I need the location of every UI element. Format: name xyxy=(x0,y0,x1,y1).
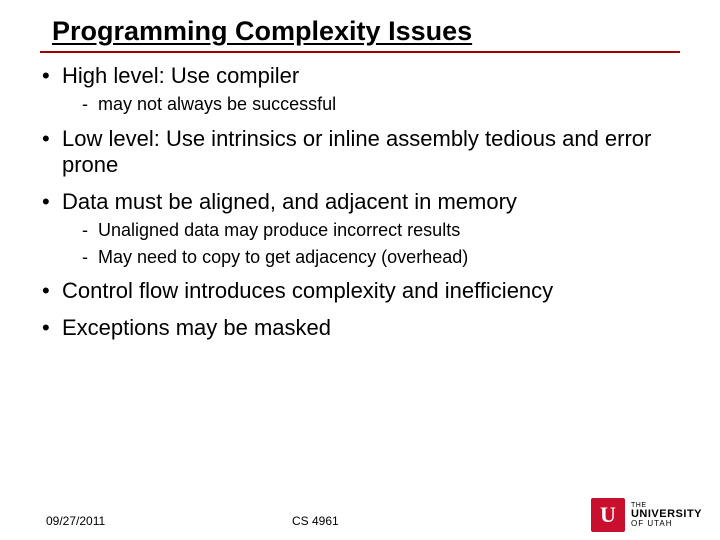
list-item: Low level: Use intrinsics or inline asse… xyxy=(40,126,680,179)
sub-item: may not always be successful xyxy=(82,93,680,116)
list-item: Control flow introduces complexity and i… xyxy=(40,278,680,304)
logo-text: THE UNIVERSITY OF UTAH xyxy=(631,502,702,528)
bullet-text: Data must be aligned, and adjacent in me… xyxy=(62,189,517,214)
list-item: Exceptions may be masked xyxy=(40,315,680,341)
list-item: Data must be aligned, and adjacent in me… xyxy=(40,189,680,268)
list-item: High level: Use compiler may not always … xyxy=(40,63,680,116)
sub-item: May need to copy to get adjacency (overh… xyxy=(82,246,680,269)
sub-item: Unaligned data may produce incorrect res… xyxy=(82,219,680,242)
footer-course: CS 4961 xyxy=(292,514,339,528)
bullet-text: Exceptions may be masked xyxy=(62,315,331,340)
title-bar: Programming Complexity Issues xyxy=(40,14,680,53)
university-logo: U THE UNIVERSITY OF UTAH xyxy=(591,498,702,532)
sub-list: may not always be successful xyxy=(62,93,680,116)
bullet-text: High level: Use compiler xyxy=(62,63,299,88)
footer-date: 09/27/2011 xyxy=(46,514,105,528)
logo-line3: OF UTAH xyxy=(631,520,702,528)
slide: Programming Complexity Issues High level… xyxy=(0,0,720,540)
bullet-text: Control flow introduces complexity and i… xyxy=(62,278,553,303)
bullet-text: Low level: Use intrinsics or inline asse… xyxy=(62,126,651,177)
sub-list: Unaligned data may produce incorrect res… xyxy=(62,219,680,268)
slide-title: Programming Complexity Issues xyxy=(52,14,680,51)
bullet-list: High level: Use compiler may not always … xyxy=(40,63,680,341)
logo-u-icon: U xyxy=(591,498,625,532)
